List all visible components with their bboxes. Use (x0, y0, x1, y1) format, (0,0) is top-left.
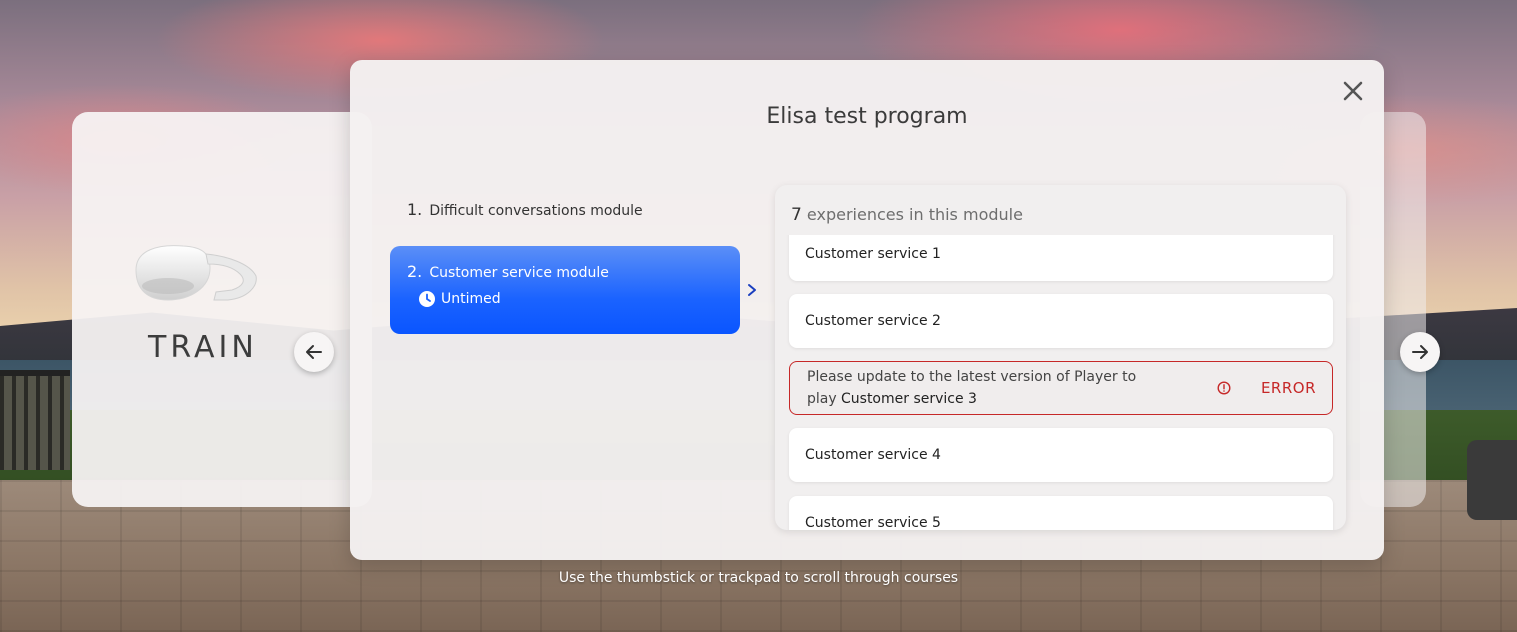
module-item-difficult-conversations[interactable]: 1. Difficult conversations module (390, 200, 740, 230)
experience-item-error[interactable]: Please update to the latest version of P… (789, 361, 1333, 415)
close-icon (1343, 81, 1363, 101)
error-message: Please update to the latest version of P… (807, 366, 1162, 410)
error-status: ERROR (1217, 379, 1316, 397)
experience-item-customer-service-4[interactable]: Customer service 4 (789, 428, 1333, 482)
error-label: ERROR (1260, 379, 1316, 397)
experience-count: 7 experiences in this module (791, 205, 1023, 225)
experience-item-customer-service-2[interactable]: Customer service 2 (789, 294, 1333, 348)
module-name: Difficult conversations module (429, 203, 643, 219)
experience-list[interactable]: Customer service 1 Customer service 2 Pl… (775, 235, 1346, 530)
course-card-label: TRAIN (148, 330, 258, 365)
program-modal: Elisa test program 1. Difficult conversa… (350, 60, 1384, 560)
chevron-right-icon (748, 284, 756, 296)
module-name: Customer service module (429, 265, 609, 281)
lounge-chair (1467, 440, 1517, 520)
carousel-next-button[interactable] (1400, 332, 1440, 372)
experiences-panel[interactable]: 7 experiences in this module Customer se… (775, 185, 1346, 530)
error-message-item: Customer service 3 (841, 391, 977, 407)
module-number: 2. (407, 262, 423, 281)
module-item-customer-service[interactable]: 2. Customer service module Untimed (390, 246, 740, 334)
garden-fence (0, 370, 70, 470)
alert-circle-icon (1217, 381, 1231, 395)
course-card-train[interactable]: TRAIN (72, 112, 372, 507)
module-timing: Untimed (419, 291, 723, 307)
arrow-left-icon (306, 345, 322, 359)
experience-count-number: 7 (791, 205, 802, 225)
experience-item-customer-service-5[interactable]: Customer service 5 (789, 496, 1333, 530)
carousel-prev-button[interactable] (294, 332, 334, 372)
experience-label: Customer service 2 (805, 313, 941, 329)
arrow-right-icon (1412, 345, 1428, 359)
vr-headset-icon (135, 245, 257, 301)
modal-title: Elisa test program (766, 104, 968, 129)
clock-icon (419, 291, 435, 307)
experience-label: Customer service 5 (805, 515, 941, 530)
experience-item-customer-service-1[interactable]: Customer service 1 (789, 235, 1333, 281)
scroll-hint: Use the thumbstick or trackpad to scroll… (558, 570, 959, 586)
experience-label: Customer service 1 (805, 246, 941, 262)
close-button[interactable] (1338, 76, 1368, 106)
module-number: 1. (407, 200, 423, 219)
experience-label: Customer service 4 (805, 447, 941, 463)
experience-count-suffix: experiences in this module (806, 205, 1023, 224)
timing-label: Untimed (441, 291, 501, 307)
